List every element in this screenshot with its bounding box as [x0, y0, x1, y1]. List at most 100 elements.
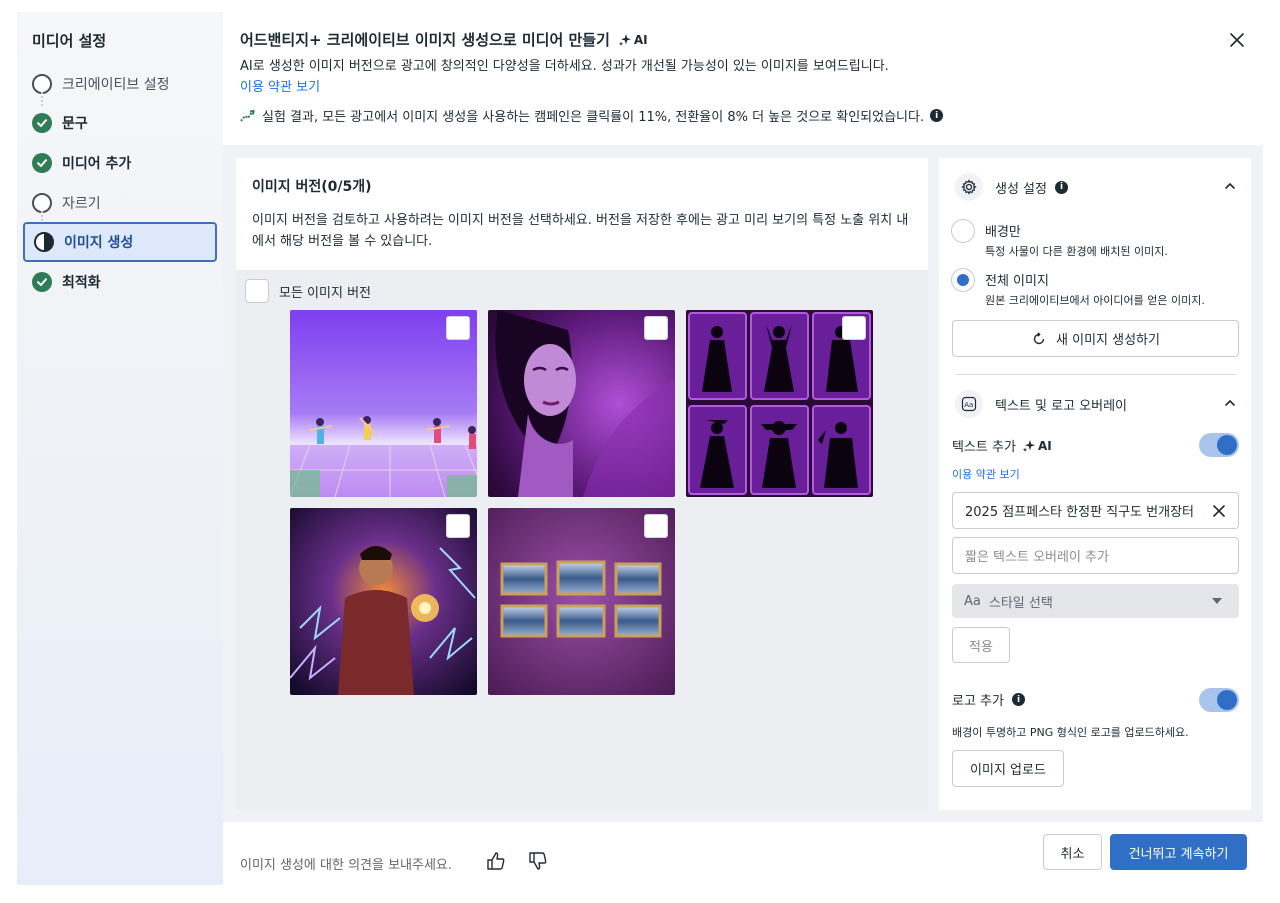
- image-versions-panel: 이미지 버전(0/5개) 이미지 버전을 검토하고 사용하려는 이미지 버전을 …: [236, 158, 928, 810]
- image-versions-description: 이미지 버전을 검토하고 사용하려는 이미지 버전을 선택하세요. 버전을 저장…: [252, 213, 909, 249]
- image-select-checkbox[interactable]: [644, 514, 668, 538]
- check-circle-icon: [32, 152, 52, 173]
- thumbs-up-icon[interactable]: [485, 850, 507, 872]
- option-full-image[interactable]: 전체 이미지 원본 크리에이티브에서 아이디어를 얻은 이미지.: [951, 268, 1205, 308]
- text-aa-icon: Aa: [955, 390, 983, 418]
- logo-hint: 배경이 투명하고 PNG 형식인 로고를 업로드하세요.: [952, 726, 1189, 739]
- text-add-toggle[interactable]: [1199, 433, 1239, 457]
- info-icon[interactable]: i: [930, 109, 944, 122]
- logo-add-toggle[interactable]: [1199, 688, 1239, 712]
- step-add-media[interactable]: 미디어 추가: [23, 143, 217, 183]
- thumbs-down-icon[interactable]: [527, 850, 549, 872]
- header: 어드밴티지+ 크리에이티브 이미지 생성으로 미디어 만들기 AI AI로 생성…: [223, 12, 1263, 145]
- step-optimization[interactable]: 최적화: [23, 262, 217, 302]
- overlay-title: 텍스트 및 로고 오버레이: [995, 398, 1127, 414]
- image-version-dancers[interactable]: [290, 310, 477, 497]
- radio-title: 배경만: [985, 225, 1021, 240]
- select-all-row[interactable]: 모든 이미지 버전: [245, 279, 371, 303]
- image-select-checkbox[interactable]: [644, 316, 668, 340]
- overlay-terms-link[interactable]: 이용 약관 보기: [952, 466, 1020, 482]
- overlay-text-input[interactable]: 2025 점프페스타 한정판 직구도 번개장터: [952, 492, 1239, 529]
- style-aa-icon: Aa: [964, 593, 981, 609]
- full-image-radio[interactable]: [951, 268, 975, 292]
- select-all-checkbox[interactable]: [245, 279, 269, 303]
- style-select-label: 스타일 선택: [988, 595, 1053, 611]
- page-title: 어드밴티지+ 크리에이티브 이미지 생성으로 미디어 만들기: [240, 31, 610, 49]
- step-label: 최적화: [62, 274, 101, 291]
- image-select-checkbox[interactable]: [446, 316, 470, 340]
- step-empty-circle-icon: [32, 73, 52, 94]
- step-label: 미디어 추가: [62, 155, 132, 172]
- generate-new-image-button[interactable]: 새 이미지 생성하기: [952, 320, 1239, 357]
- caret-down-icon: [1212, 598, 1222, 604]
- step-label: 자르기: [62, 195, 101, 212]
- cancel-button[interactable]: 취소: [1043, 834, 1102, 870]
- short-text-placeholder: 짧은 텍스트 오버레이 추가: [965, 550, 1109, 565]
- chevron-up-icon[interactable]: [1223, 179, 1237, 193]
- ai-badge: AI: [618, 33, 648, 47]
- terms-link[interactable]: 이용 약관 보기: [240, 76, 320, 95]
- style-select[interactable]: Aa 스타일 선택: [952, 584, 1239, 618]
- apply-button[interactable]: 적용: [952, 627, 1010, 663]
- short-text-overlay-input[interactable]: 짧은 텍스트 오버레이 추가: [952, 537, 1239, 574]
- radio-text: 전체 이미지 원본 크리에이티브에서 아이디어를 얻은 이미지.: [985, 268, 1205, 308]
- radio-subtitle: 특정 사물이 다른 환경에 배치된 이미지.: [985, 245, 1168, 258]
- image-versions-header: 이미지 버전(0/5개) 이미지 버전을 검토하고 사용하려는 이미지 버전을 …: [236, 158, 928, 270]
- image-select-checkbox[interactable]: [446, 514, 470, 538]
- generation-settings-header[interactable]: 생성 설정 i: [955, 173, 1237, 201]
- half-circle-icon: [34, 232, 54, 253]
- sidebar-title: 미디어 설정: [32, 32, 107, 50]
- close-icon[interactable]: [1227, 30, 1247, 50]
- media-settings-dialog: 미디어 설정 크리에이티브 설정 문구 미디어 추가 자르기 이미지 생성 최적…: [17, 12, 1263, 885]
- section-divider: [955, 374, 1237, 375]
- logo-add-label: 로고 추가: [952, 694, 1004, 709]
- ai-badge-label: AI: [633, 32, 648, 47]
- step-creative-settings[interactable]: 크리에이티브 설정: [23, 64, 217, 106]
- image-versions-title: 이미지 버전(0/5개): [252, 179, 372, 195]
- image-version-silhouette-frames[interactable]: [686, 310, 873, 497]
- settings-panel: 생성 설정 i 배경만 특정 사물이 다른 환경에 배치된 이미지. 전체 이미…: [939, 158, 1251, 810]
- overlay-header[interactable]: Aa 텍스트 및 로고 오버레이: [955, 390, 1237, 418]
- gear-icon: [955, 173, 983, 201]
- upload-image-button[interactable]: 이미지 업로드: [952, 750, 1064, 787]
- stat-text: 실험 결과, 모든 광고에서 이미지 생성을 사용하는 캠페인은 클릭률이 11…: [262, 110, 925, 125]
- info-icon[interactable]: i: [1054, 180, 1068, 194]
- select-all-label: 모든 이미지 버전: [279, 285, 371, 301]
- image-select-checkbox[interactable]: [842, 316, 866, 340]
- radio-title: 전체 이미지: [985, 274, 1049, 289]
- sparkle-icon: [1022, 439, 1035, 452]
- check-circle-icon: [32, 271, 52, 292]
- generation-settings-title: 생성 설정: [995, 181, 1047, 197]
- image-version-woman-portrait[interactable]: [488, 310, 675, 497]
- text-add-row: 텍스트 추가 AI: [952, 436, 1052, 456]
- logo-add-row: 로고 추가 i: [952, 690, 1025, 709]
- step-image-generation[interactable]: 이미지 생성: [23, 222, 217, 262]
- image-version-framed-paintings[interactable]: [488, 508, 675, 695]
- page-title-row: 어드밴티지+ 크리에이티브 이미지 생성으로 미디어 만들기 AI: [240, 29, 648, 50]
- step-crop[interactable]: 자르기: [23, 183, 217, 225]
- stat-row: 실험 결과, 모든 광고에서 이미지 생성을 사용하는 캠페인은 클릭률이 11…: [240, 106, 944, 125]
- background-only-radio[interactable]: [951, 219, 975, 243]
- upload-image-label: 이미지 업로드: [970, 763, 1046, 778]
- sidebar: 미디어 설정 크리에이티브 설정 문구 미디어 추가 자르기 이미지 생성 최적…: [17, 12, 223, 885]
- step-label: 문구: [62, 116, 88, 133]
- generate-new-image-label: 새 이미지 생성하기: [1056, 333, 1160, 348]
- check-circle-icon: [32, 113, 52, 134]
- header-description: AI로 생성한 이미지 버전으로 광고에 창의적인 다양성을 더하세요. 성과가…: [240, 59, 889, 74]
- option-background-only[interactable]: 배경만 특정 사물이 다른 환경에 배치된 이미지.: [951, 219, 1168, 259]
- radio-subtitle: 원본 크리에이티브에서 아이디어를 얻은 이미지.: [985, 294, 1205, 307]
- main-area: 이미지 버전(0/5개) 이미지 버전을 검토하고 사용하려는 이미지 버전을 …: [223, 145, 1263, 822]
- step-copy[interactable]: 문구: [23, 104, 217, 144]
- image-version-man-lightning[interactable]: [290, 508, 477, 695]
- sparkle-icon: [618, 33, 631, 46]
- text-add-label: 텍스트 추가: [952, 440, 1016, 455]
- svg-text:Aa: Aa: [964, 401, 973, 409]
- apply-label: 적용: [969, 639, 993, 655]
- chevron-up-icon[interactable]: [1223, 396, 1237, 410]
- overlay-text-value: 2025 점프페스타 한정판 직구도 번개장터: [965, 505, 1195, 520]
- step-label: 크리에이티브 설정: [62, 76, 170, 93]
- info-icon[interactable]: i: [1011, 693, 1025, 706]
- step-list: 크리에이티브 설정 문구 미디어 추가 자르기 이미지 생성 최적화: [23, 64, 217, 302]
- skip-continue-button[interactable]: 건너뛰고 계속하기: [1110, 834, 1247, 870]
- clear-icon[interactable]: [1212, 504, 1226, 518]
